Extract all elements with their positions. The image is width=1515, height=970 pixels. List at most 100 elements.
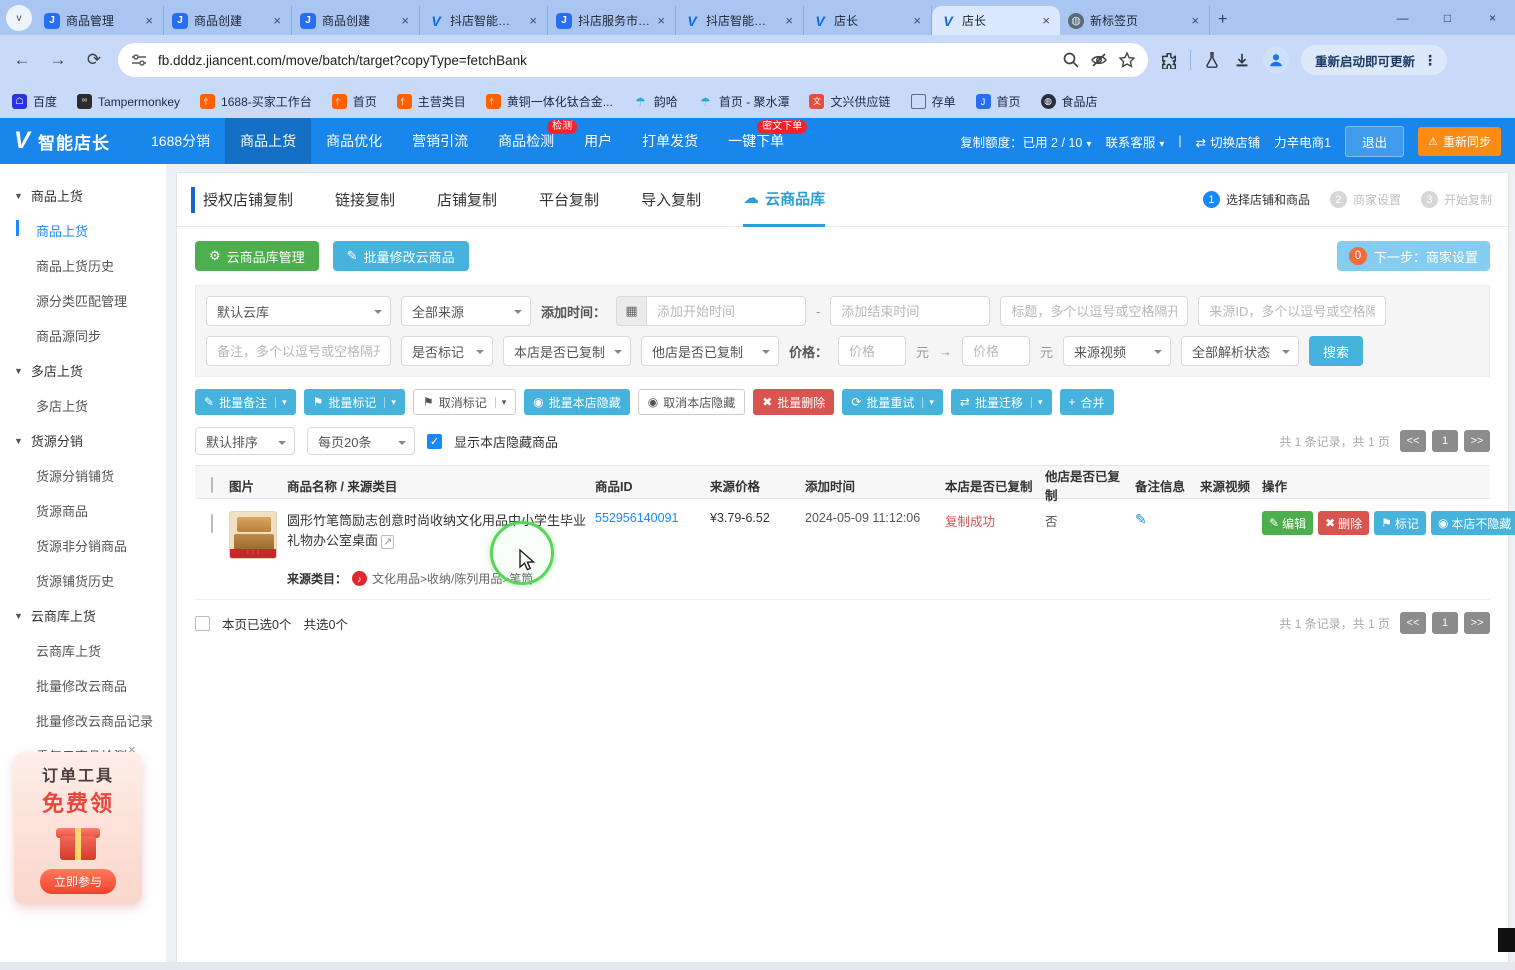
copy-quota[interactable]: 复制额度：已用 2 / 10: [960, 132, 1091, 151]
sidebar-item-cloud-upload[interactable]: 云商库上货: [0, 633, 166, 668]
bookmark-item[interactable]: 主营类目: [397, 93, 466, 110]
sidebar-item-supply-history[interactable]: 货源铺货历史: [0, 563, 166, 598]
next-step-button[interactable]: 0下一步：商家设置: [1337, 241, 1490, 271]
end-time-input[interactable]: [830, 296, 990, 326]
cloud-library-select[interactable]: 默认云库: [206, 296, 391, 326]
page-size-select[interactable]: 每页20条: [307, 427, 415, 455]
bookmark-item[interactable]: 首页 - 聚水潭: [698, 93, 790, 110]
nav-item-product-upload[interactable]: 商品上货: [225, 118, 311, 164]
new-tab-button[interactable]: +: [1218, 11, 1227, 29]
sidebar-item-supply-products[interactable]: 货源商品: [0, 493, 166, 528]
calendar-icon[interactable]: [616, 296, 646, 326]
cloud-library-manage-button[interactable]: 云商品库管理: [195, 241, 319, 271]
note-filter-input[interactable]: [206, 336, 391, 366]
show-hidden-checkbox[interactable]: [427, 434, 442, 449]
sidebar-item-batch-edit-record[interactable]: 批量修改云商品记录: [0, 703, 166, 738]
extensions-puzzle-icon[interactable]: [1160, 51, 1178, 69]
bookmark-item[interactable]: 百度: [12, 93, 57, 110]
prev-page-button[interactable]: <<: [1400, 612, 1426, 634]
minimize-button[interactable]: —: [1380, 11, 1425, 25]
tab-close-icon[interactable]: ×: [399, 13, 411, 28]
sidebar-item-source-sync[interactable]: 商品源同步: [0, 318, 166, 353]
url-text[interactable]: fb.dddz.jiancent.com/move/batch/target?c…: [158, 53, 1052, 68]
switch-shop-button[interactable]: 切换店铺: [1196, 132, 1261, 151]
browser-tab[interactable]: 抖店智能… ×: [420, 6, 548, 35]
batch-retry-button[interactable]: 批量重试: [842, 389, 943, 415]
sidebar-group-cloud-upload[interactable]: ▼云商库上货: [0, 598, 166, 633]
delete-row-button[interactable]: 删除: [1318, 511, 1369, 535]
tab-authorized-shop-copy[interactable]: 授权店铺复制: [203, 173, 293, 227]
next-page-button[interactable]: >>: [1464, 612, 1490, 634]
bookmark-item[interactable]: 首页: [332, 93, 377, 110]
order-tool-promo[interactable]: 订单工具 免费领 立即参与: [14, 752, 142, 904]
search-button[interactable]: 搜索: [1309, 336, 1363, 366]
maximize-button[interactable]: □: [1425, 11, 1470, 25]
tab-search-chevron-icon[interactable]: v: [6, 5, 32, 31]
close-window-button[interactable]: ×: [1470, 11, 1515, 25]
tab-close-icon[interactable]: ×: [143, 13, 155, 28]
tab-link-copy[interactable]: 链接复制: [335, 173, 395, 227]
tab-close-icon[interactable]: ×: [911, 13, 923, 28]
tab-close-icon[interactable]: ×: [655, 13, 667, 28]
tab-platform-copy[interactable]: 平台复制: [539, 173, 599, 227]
browser-tab[interactable]: 商品创建 ×: [164, 6, 292, 35]
tab-close-icon[interactable]: ×: [1040, 13, 1052, 28]
browser-tab[interactable]: 商品创建 ×: [292, 6, 420, 35]
title-filter-input[interactable]: [1000, 296, 1188, 326]
zoom-icon[interactable]: [1062, 51, 1080, 69]
browser-tab[interactable]: 抖店服务市… ×: [548, 6, 676, 35]
logout-button[interactable]: 退出: [1345, 126, 1404, 157]
site-info-icon[interactable]: [130, 51, 148, 69]
batch-delete-button[interactable]: 批量删除: [753, 389, 834, 415]
footer-select-all-checkbox[interactable]: [195, 616, 210, 631]
mark-select[interactable]: 是否标记: [401, 336, 493, 366]
tab-shop-copy[interactable]: 店铺复制: [437, 173, 497, 227]
bookmark-item[interactable]: 首页: [976, 93, 1021, 110]
flask-icon[interactable]: [1203, 51, 1221, 69]
address-bar[interactable]: fb.dddz.jiancent.com/move/batch/target?c…: [118, 43, 1148, 77]
external-link-icon[interactable]: [381, 535, 394, 549]
cancel-mark-button[interactable]: 取消标记: [413, 389, 516, 415]
kebab-menu-icon[interactable]: ⋮: [1423, 52, 1437, 69]
nav-item-1688-distribution[interactable]: 1688分销: [136, 118, 225, 164]
download-icon[interactable]: [1233, 51, 1251, 69]
resync-button[interactable]: 重新同步: [1418, 127, 1501, 156]
bookmark-item[interactable]: Tampermonkey: [77, 94, 180, 109]
row-checkbox[interactable]: [211, 514, 213, 533]
nav-item-print-ship[interactable]: 打单发货: [627, 118, 713, 164]
page-number-button[interactable]: 1: [1432, 612, 1458, 634]
sort-order-select[interactable]: 默认排序: [195, 427, 295, 455]
browser-tab[interactable]: 商品管理 ×: [36, 6, 164, 35]
tab-close-icon[interactable]: ×: [271, 13, 283, 28]
browser-tab[interactable]: 抖店智能… ×: [676, 6, 804, 35]
merge-button[interactable]: 合并: [1060, 389, 1114, 415]
parse-status-select[interactable]: 全部解析状态: [1181, 336, 1299, 366]
nav-item-product-check[interactable]: 商品检测检测: [483, 118, 569, 164]
sidebar-item-supply-distribute[interactable]: 货源分销铺货: [0, 458, 166, 493]
batch-note-button[interactable]: 批量备注: [195, 389, 296, 415]
bookmark-item[interactable]: 存单: [911, 93, 956, 110]
source-select[interactable]: 全部来源: [401, 296, 531, 326]
next-page-button[interactable]: >>: [1464, 430, 1490, 452]
tab-import-copy[interactable]: 导入复制: [641, 173, 701, 227]
mark-row-button[interactable]: 标记: [1374, 511, 1426, 535]
start-time-input[interactable]: [646, 296, 806, 326]
self-copied-select[interactable]: 本店是否已复制: [503, 336, 631, 366]
page-number-button[interactable]: 1: [1432, 430, 1458, 452]
contact-support[interactable]: 联系客服: [1105, 132, 1164, 151]
bookmark-item[interactable]: 黄铜一体化钛合金...: [486, 93, 613, 110]
source-video-select[interactable]: 来源视频: [1063, 336, 1171, 366]
batch-hide-button[interactable]: 批量本店隐藏: [524, 389, 630, 415]
select-all-checkbox[interactable]: [211, 477, 213, 493]
tab-close-icon[interactable]: ×: [783, 13, 795, 28]
back-icon[interactable]: ←: [10, 50, 34, 70]
sidebar-group-multi-shop[interactable]: ▼多店上货: [0, 353, 166, 388]
source-id-filter-input[interactable]: [1198, 296, 1386, 326]
bookmark-item[interactable]: 文兴供应链: [809, 93, 890, 110]
unhide-row-button[interactable]: 本店不隐藏: [1431, 511, 1515, 535]
browser-tab-active[interactable]: 店长 ×: [932, 6, 1060, 35]
product-image[interactable]: [229, 511, 277, 559]
bookmark-star-icon[interactable]: [1118, 51, 1136, 69]
price-min-input[interactable]: [838, 336, 906, 366]
promo-join-button[interactable]: 立即参与: [40, 869, 116, 894]
